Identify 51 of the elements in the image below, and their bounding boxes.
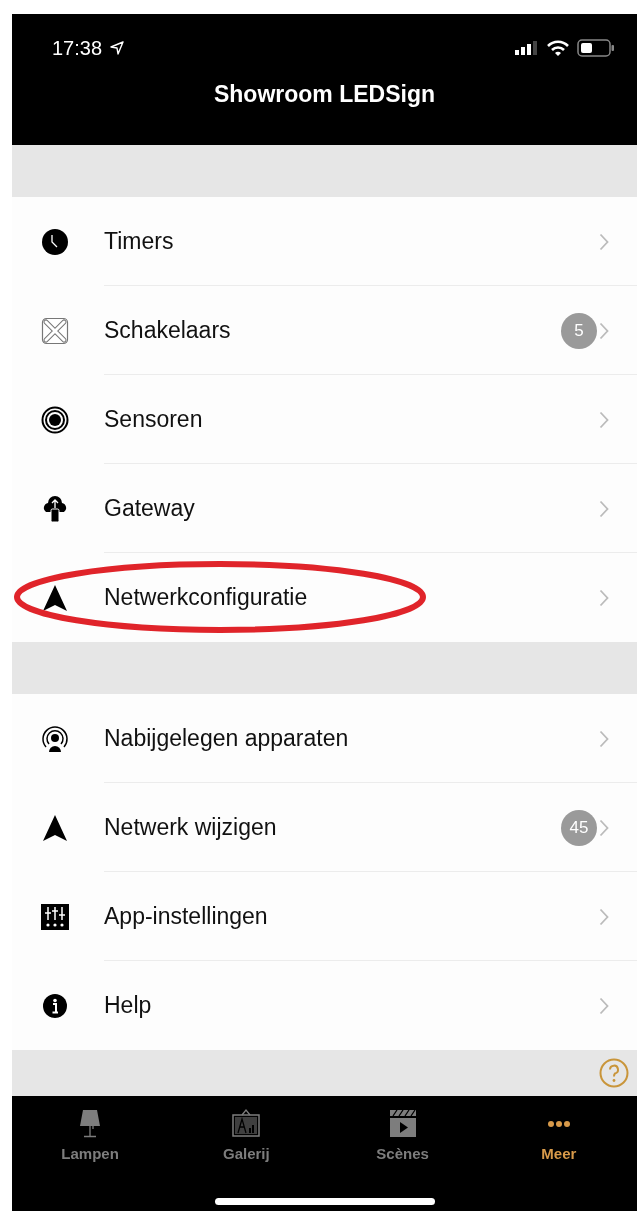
tab-button[interactable]: Scènes [324, 1108, 481, 1162]
clock-icon [41, 227, 69, 256]
menu-item-label: Netwerk wijzigen [104, 814, 278, 841]
location-arrow-icon [110, 41, 125, 55]
status-time: 17:38 [52, 36, 103, 60]
broadcast-person-icon [41, 724, 69, 753]
menu-item[interactable]: Schakelaars 5 [12, 286, 637, 375]
chevron-right-icon [599, 818, 609, 837]
menu-item[interactable]: Netwerkconfiguratie [12, 553, 637, 642]
menu-item-label: Help [104, 992, 153, 1019]
sensor-icon [41, 405, 69, 434]
chevron-right-icon [599, 907, 609, 926]
menu-item[interactable]: Nabijgelegen apparaten [12, 694, 637, 783]
wifi-icon [547, 40, 569, 56]
tab-button[interactable]: Meer [480, 1108, 637, 1162]
more-dots-icon [547, 1121, 570, 1127]
menu-item-label: App-instellingen [104, 903, 269, 930]
navigation-arrow-icon [41, 813, 69, 842]
chevron-right-icon [599, 321, 609, 340]
menu-item[interactable]: Netwerk wijzigen 45 [12, 783, 637, 872]
switch-icon [41, 316, 69, 345]
menu-item-label: Netwerkconfiguratie [104, 584, 309, 611]
menu-item[interactable]: Sensoren [12, 375, 637, 464]
chevron-right-icon [599, 996, 609, 1015]
menu-item[interactable]: Timers [12, 197, 637, 286]
menu-item[interactable]: App-instellingen [12, 872, 637, 961]
framed-picture-icon [230, 1108, 263, 1140]
sliders-icon [41, 902, 69, 931]
chevron-right-icon [599, 729, 609, 748]
menu-item-label: Sensoren [104, 406, 204, 433]
navigation-arrow-icon [41, 583, 69, 612]
tab-button[interactable]: Lampen [12, 1108, 169, 1162]
menu-item-label: Timers [104, 228, 175, 255]
signal-icon [515, 41, 539, 55]
info-icon [41, 991, 69, 1020]
chevron-right-icon [599, 499, 609, 518]
tab-button[interactable]: Galerij [168, 1108, 325, 1162]
count-badge: 45 [561, 809, 597, 846]
menu-item[interactable]: Gateway [12, 464, 637, 553]
chevron-right-icon [599, 588, 609, 607]
screen-title: Showroom LEDSign [212, 81, 437, 108]
chevron-right-icon [599, 232, 609, 251]
menu-item[interactable]: Help [12, 961, 637, 1050]
help-icon[interactable] [599, 1058, 629, 1088]
battery-icon [577, 39, 615, 57]
menu-item-label: Gateway [104, 495, 196, 522]
count-badge: 5 [561, 312, 597, 349]
menu-item-label: Nabijgelegen apparaten [104, 725, 350, 752]
chevron-right-icon [599, 410, 609, 429]
cloud-upload-icon [41, 494, 69, 523]
menu-item-label: Schakelaars [104, 317, 232, 344]
